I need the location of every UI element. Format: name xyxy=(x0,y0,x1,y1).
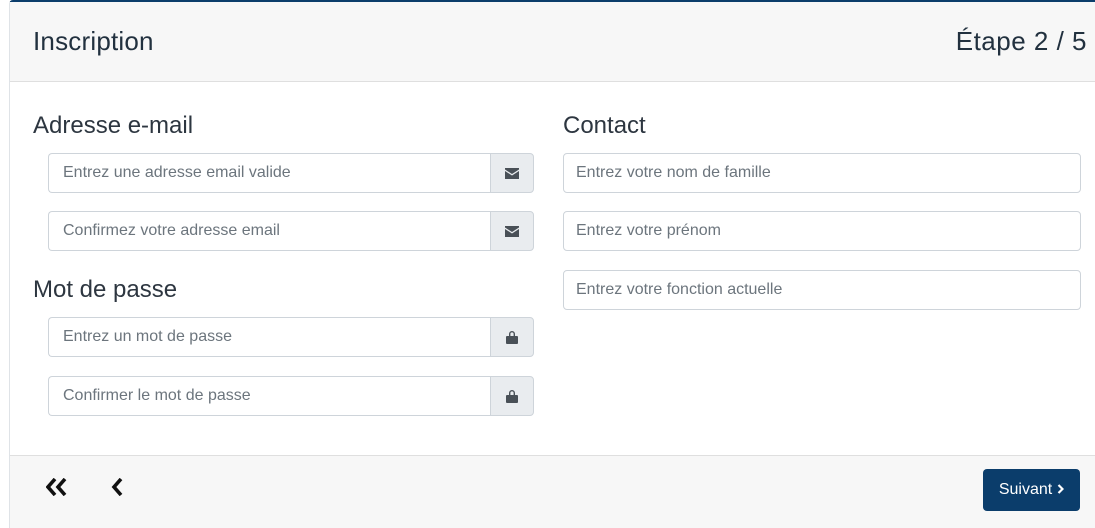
password-confirm-input[interactable] xyxy=(48,376,490,416)
password-confirm-input-group xyxy=(48,376,534,416)
envelope-icon xyxy=(490,153,534,193)
lock-icon xyxy=(490,376,534,416)
function-input[interactable] xyxy=(563,270,1081,310)
email-confirm-input-group xyxy=(48,211,534,251)
step-indicator: Étape 2 / 5 xyxy=(955,26,1087,56)
double-chevron-left-icon[interactable] xyxy=(45,477,68,501)
password-input-group xyxy=(48,317,534,357)
chevron-left-icon[interactable] xyxy=(111,477,123,501)
envelope-icon xyxy=(490,211,534,251)
page-title: Inscription xyxy=(33,26,154,56)
email-input[interactable] xyxy=(48,153,490,193)
next-button[interactable]: Suivant xyxy=(983,469,1080,511)
lock-icon xyxy=(490,317,534,357)
password-section-label: Mot de passe xyxy=(33,276,178,303)
password-input[interactable] xyxy=(48,317,490,357)
card-header: Inscription Étape 2 / 5 xyxy=(10,2,1095,82)
lastname-input[interactable] xyxy=(563,153,1081,193)
card-footer xyxy=(10,455,1095,528)
chevron-right-icon xyxy=(1057,481,1065,499)
email-input-group xyxy=(48,153,534,193)
firstname-input[interactable] xyxy=(563,211,1081,251)
contact-section-label: Contact xyxy=(563,112,646,139)
registration-card: Inscription Étape 2 / 5 Adresse e-mail M… xyxy=(9,0,1095,528)
next-button-label: Suivant xyxy=(998,481,1053,498)
email-confirm-input[interactable] xyxy=(48,211,490,251)
email-section-label: Adresse e-mail xyxy=(33,112,194,139)
